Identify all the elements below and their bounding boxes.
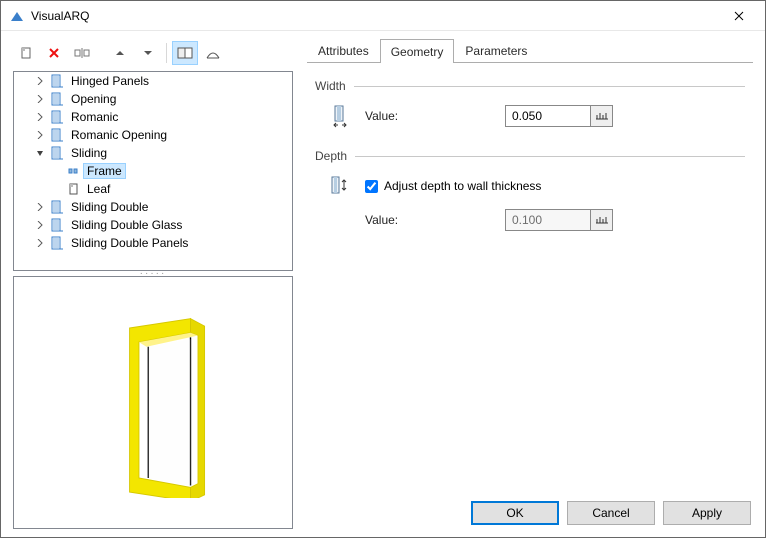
door-style-icon <box>50 128 64 142</box>
tab-attributes[interactable]: Attributes <box>307 39 380 62</box>
titlebar: VisualARQ <box>1 1 765 31</box>
style-tree[interactable]: Hinged Panels Opening Romanic Romanic Openi… <box>13 71 293 271</box>
depth-unit-button[interactable] <box>591 209 613 231</box>
tree-node-label: Romanic Opening <box>68 128 170 142</box>
tree-node[interactable]: Sliding Double Glass <box>14 216 292 234</box>
chevron-right-icon[interactable] <box>34 237 46 249</box>
tree-node-label: Frame <box>84 164 125 178</box>
depth-adjust-row: Adjust depth to wall thickness <box>315 173 745 199</box>
left-pane: Hinged Panels Opening Romanic Romanic Openi… <box>1 31 299 537</box>
footer: OK Cancel Apply <box>299 491 765 537</box>
adjust-depth-checkbox-wrap[interactable]: Adjust depth to wall thickness <box>365 179 745 193</box>
preview-viewport[interactable] <box>13 276 293 529</box>
tree-node[interactable]: Sliding Double Panels <box>14 234 292 252</box>
adjust-depth-checkbox[interactable] <box>365 180 378 193</box>
chevron-right-icon[interactable] <box>34 201 46 213</box>
leaf-icon <box>66 182 80 196</box>
preview-mode-button[interactable] <box>172 41 198 65</box>
adjust-depth-label: Adjust depth to wall thickness <box>384 179 541 193</box>
chevron-right-icon[interactable] <box>34 75 46 87</box>
tab-geometry[interactable]: Geometry <box>380 39 455 63</box>
geometry-panel: Width Value: <box>307 63 753 233</box>
width-value-input[interactable] <box>505 105 591 127</box>
tree-node-label: Sliding Double Glass <box>68 218 185 232</box>
divider <box>355 156 745 157</box>
chevron-right-icon[interactable] <box>34 93 46 105</box>
door-style-icon <box>50 218 64 232</box>
section-mode-button[interactable] <box>200 41 226 65</box>
tree-node[interactable]: Romanic <box>14 108 292 126</box>
width-row: Value: <box>315 103 745 129</box>
tree-node[interactable]: Frame <box>14 162 292 180</box>
depth-value-input[interactable] <box>505 209 591 231</box>
tabbar: AttributesGeometryParameters <box>307 39 753 63</box>
toolbar <box>13 39 293 67</box>
tree-node-label: Leaf <box>84 182 113 196</box>
depth-heading-label: Depth <box>315 149 347 163</box>
tree-node[interactable]: Opening <box>14 90 292 108</box>
chevron-right-icon[interactable] <box>34 111 46 123</box>
toolbar-separator <box>166 43 167 63</box>
tree-node-label: Sliding Double <box>68 200 151 214</box>
delete-button[interactable] <box>41 41 67 65</box>
door-style-icon <box>50 146 64 160</box>
content: Hinged Panels Opening Romanic Romanic Openi… <box>1 31 765 537</box>
new-style-button[interactable] <box>13 41 39 65</box>
close-button[interactable] <box>717 2 761 30</box>
width-heading-label: Width <box>315 79 346 93</box>
move-up-button[interactable] <box>107 41 133 65</box>
chevron-right-icon[interactable] <box>34 219 46 231</box>
move-down-button[interactable] <box>135 41 161 65</box>
tree-node-label: Opening <box>68 92 119 106</box>
door-style-icon <box>50 92 64 106</box>
depth-value-label: Value: <box>365 213 505 227</box>
width-icon <box>315 104 365 128</box>
depth-icon <box>315 174 365 198</box>
divider <box>354 86 745 87</box>
tree-node[interactable]: Hinged Panels <box>14 72 292 90</box>
tree-node[interactable]: Sliding Double <box>14 198 292 216</box>
titlebar-left: VisualARQ <box>9 8 89 24</box>
frame-icon <box>66 164 80 178</box>
right-pane: AttributesGeometryParameters Width Value… <box>299 31 765 491</box>
tab-parameters[interactable]: Parameters <box>454 39 538 62</box>
width-value-label: Value: <box>365 109 505 123</box>
tree-node-label: Romanic <box>68 110 121 124</box>
width-unit-button[interactable] <box>591 105 613 127</box>
tree-node-label: Hinged Panels <box>68 74 152 88</box>
door-style-icon <box>50 74 64 88</box>
tree-node-label: Sliding <box>68 146 110 160</box>
window-title: VisualARQ <box>31 9 89 23</box>
app-icon <box>9 8 25 24</box>
chevron-down-icon[interactable] <box>34 147 46 159</box>
tree-node[interactable]: Romanic Opening <box>14 126 292 144</box>
tree-node-label: Sliding Double Panels <box>68 236 191 250</box>
door-style-icon <box>50 236 64 250</box>
depth-value-row: Value: <box>315 207 745 233</box>
tree-node[interactable]: Leaf <box>14 180 292 198</box>
apply-button[interactable]: Apply <box>663 501 751 525</box>
door-style-icon <box>50 200 64 214</box>
chevron-right-icon[interactable] <box>34 129 46 141</box>
ok-button[interactable]: OK <box>471 501 559 525</box>
depth-heading: Depth <box>315 149 745 163</box>
door-style-icon <box>50 110 64 124</box>
cancel-button[interactable]: Cancel <box>567 501 655 525</box>
tree-node[interactable]: Sliding <box>14 144 292 162</box>
rename-button[interactable] <box>69 41 95 65</box>
width-heading: Width <box>315 79 745 93</box>
